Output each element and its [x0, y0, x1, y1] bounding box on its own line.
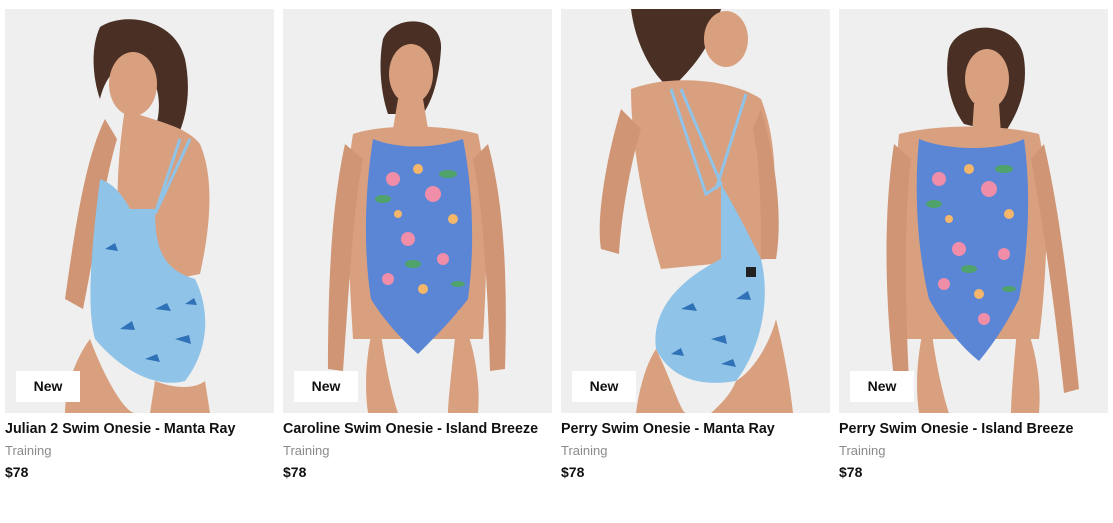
product-title[interactable]: Caroline Swim Onesie - Island Breeze [283, 419, 552, 440]
new-badge: New [16, 371, 80, 402]
model-photo [839, 9, 1108, 413]
product-card[interactable]: New Julian 2 Swim Onesie - Manta Ray Tra… [5, 9, 274, 482]
new-badge: New [850, 371, 914, 402]
product-grid: New Julian 2 Swim Onesie - Manta Ray Tra… [5, 9, 1108, 482]
new-badge: New [294, 371, 358, 402]
product-image[interactable]: New [5, 9, 274, 413]
product-price: $78 [283, 464, 307, 480]
product-category: Training [561, 443, 608, 458]
product-price: $78 [5, 464, 29, 480]
new-badge: New [572, 371, 636, 402]
model-photo [283, 9, 552, 413]
product-card[interactable]: New Perry Swim Onesie - Manta Ray Traini… [561, 9, 830, 482]
product-image[interactable]: New [839, 9, 1108, 413]
product-image[interactable]: New [561, 9, 830, 413]
product-image[interactable]: New [283, 9, 552, 413]
model-photo [561, 9, 830, 413]
product-card[interactable]: New Caroline Swim Onesie - Island Breeze… [283, 9, 552, 482]
product-title[interactable]: Perry Swim Onesie - Manta Ray [561, 419, 830, 440]
product-card[interactable]: New Perry Swim Onesie - Island Breeze Tr… [839, 9, 1108, 482]
product-category: Training [839, 443, 886, 458]
product-title[interactable]: Julian 2 Swim Onesie - Manta Ray [5, 419, 274, 440]
product-title[interactable]: Perry Swim Onesie - Island Breeze [839, 419, 1108, 440]
product-price: $78 [561, 464, 585, 480]
model-photo [5, 9, 274, 413]
product-price: $78 [839, 464, 863, 480]
product-category: Training [5, 443, 52, 458]
product-category: Training [283, 443, 330, 458]
